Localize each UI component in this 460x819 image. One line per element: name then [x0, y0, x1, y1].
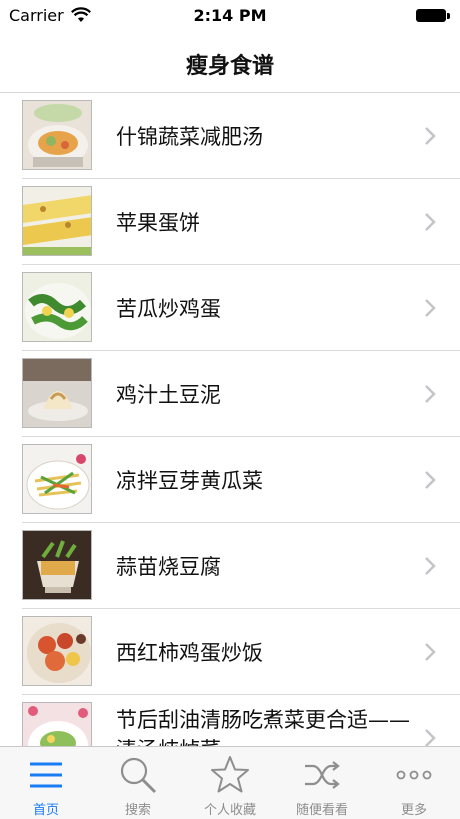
- recipe-thumbnail: [22, 100, 92, 170]
- chevron-right-icon: [425, 213, 436, 231]
- chevron-right-icon: [425, 557, 436, 575]
- tab-more[interactable]: 更多: [368, 747, 460, 819]
- list-item[interactable]: 什锦蔬菜减肥汤: [0, 93, 460, 179]
- list-item[interactable]: 凉拌豆芽黄瓜菜: [0, 437, 460, 523]
- tab-home[interactable]: 首页: [0, 747, 92, 819]
- list-item[interactable]: 苦瓜炒鸡蛋: [0, 265, 460, 351]
- shuffle-icon: [305, 761, 340, 789]
- tab-favorites[interactable]: 个人收藏: [184, 747, 276, 819]
- chevron-right-icon: [425, 299, 436, 317]
- chevron-right-icon: [425, 471, 436, 489]
- list-item[interactable]: 鸡汁土豆泥: [0, 351, 460, 437]
- star-icon: [211, 756, 249, 793]
- recipe-title: 什锦蔬菜减肥汤: [116, 125, 263, 149]
- tab-label: 首页: [32, 803, 59, 818]
- chevron-right-icon: [425, 643, 436, 661]
- more-icon: [396, 770, 432, 780]
- tab-random[interactable]: 随便看看: [276, 747, 368, 819]
- recipe-thumbnail: [22, 272, 92, 342]
- recipe-thumbnail: [22, 186, 92, 256]
- chevron-right-icon: [425, 127, 436, 145]
- list-icon: [30, 762, 62, 788]
- recipe-title: 节后刮油清肠吃煮菜更合适——清汤炖焯菜: [116, 708, 410, 746]
- recipe-thumbnail: [22, 530, 92, 600]
- page-title: 瘦身食谱: [185, 54, 274, 79]
- status-time: 2:14 PM: [193, 6, 267, 25]
- recipe-title: 苹果蛋饼: [116, 211, 200, 235]
- tab-label: 个人收藏: [203, 803, 256, 818]
- recipe-title: 凉拌豆芽黄瓜菜: [116, 469, 263, 493]
- tab-search[interactable]: 搜索: [92, 747, 184, 819]
- recipe-thumbnail: [22, 616, 92, 686]
- navigation-bar: 瘦身食谱: [0, 32, 460, 93]
- list-item[interactable]: 节后刮油清肠吃煮菜更合适——清汤炖焯菜: [0, 695, 460, 746]
- chevron-right-icon: [425, 385, 436, 403]
- recipe-title: 蒜苗烧豆腐: [116, 555, 221, 579]
- battery-icon: [416, 9, 450, 23]
- recipe-thumbnail: [22, 444, 92, 514]
- recipe-list[interactable]: 什锦蔬菜减肥汤 苹果蛋饼 苦瓜炒鸡蛋 鸡汁土豆泥 凉拌豆芽黄瓜菜 蒜苗烧豆腐 西…: [0, 93, 460, 746]
- list-item[interactable]: 苹果蛋饼: [0, 179, 460, 265]
- search-icon: [120, 757, 157, 794]
- status-bar: Carrier 2:14 PM: [0, 0, 460, 32]
- list-item[interactable]: 蒜苗烧豆腐: [0, 523, 460, 609]
- tab-label: 搜索: [124, 803, 151, 818]
- tab-label: 随便看看: [295, 803, 348, 818]
- tab-label: 更多: [400, 803, 427, 818]
- recipe-title: 鸡汁土豆泥: [116, 383, 221, 407]
- list-item[interactable]: 西红柿鸡蛋炒饭: [0, 609, 460, 695]
- recipe-thumbnail: [22, 702, 92, 746]
- chevron-right-icon: [425, 729, 436, 746]
- tab-bar: 首页 搜索 个人收藏 随便看看 更多: [0, 746, 460, 819]
- recipe-title: 西红柿鸡蛋炒饭: [116, 641, 263, 665]
- recipe-title: 苦瓜炒鸡蛋: [116, 297, 221, 321]
- recipe-thumbnail: [22, 358, 92, 428]
